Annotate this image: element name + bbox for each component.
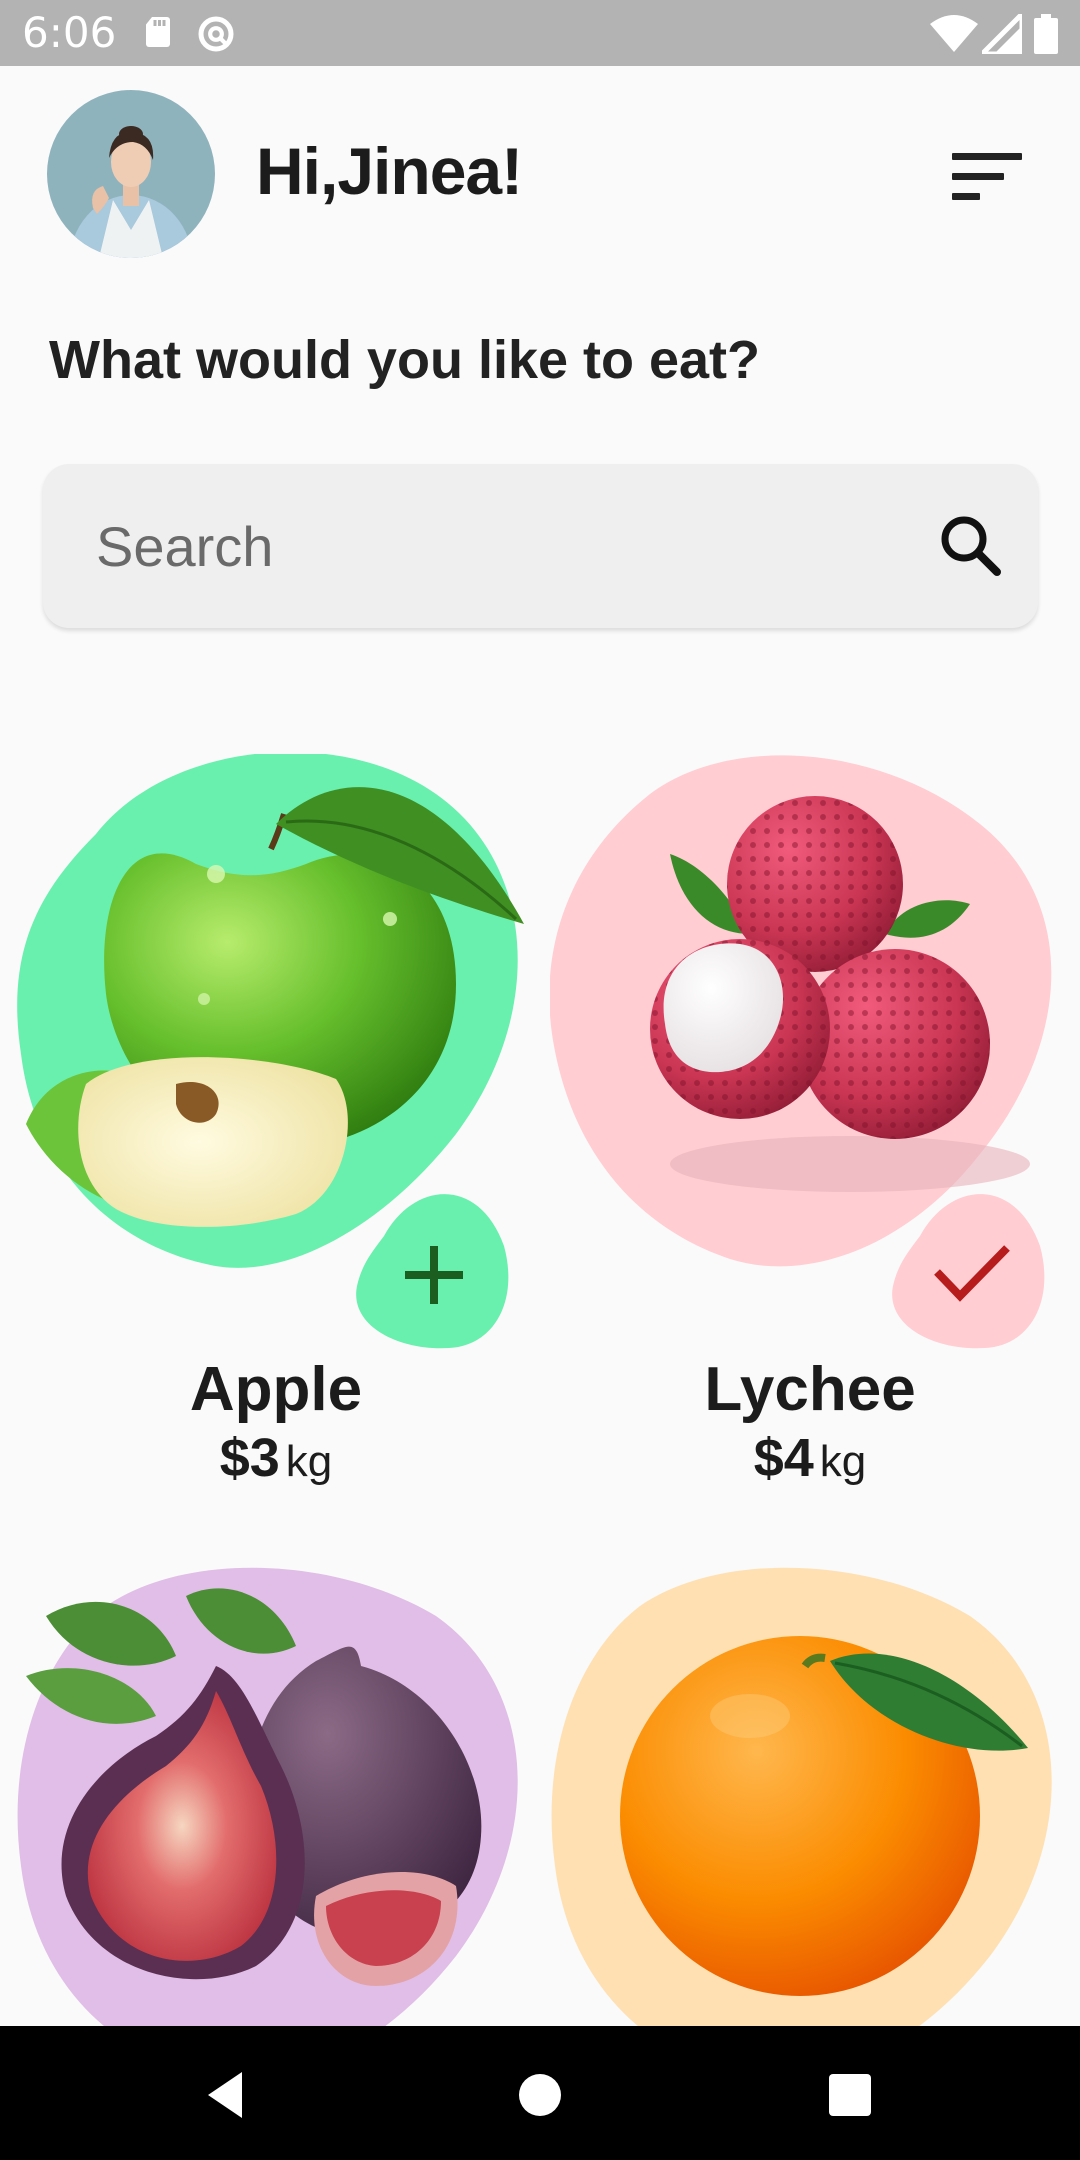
add-to-cart-button[interactable] bbox=[354, 1186, 514, 1352]
avatar[interactable] bbox=[47, 90, 215, 258]
product-card-lychee[interactable]: Lychee $4 kg bbox=[550, 754, 1070, 1494]
product-price: $4 kg bbox=[550, 1426, 1070, 1504]
battery-icon bbox=[1034, 14, 1058, 54]
home-icon[interactable] bbox=[505, 2060, 575, 2130]
at-sign-icon bbox=[198, 16, 234, 52]
price-amount: $4 bbox=[753, 1428, 814, 1488]
signal-icon bbox=[982, 14, 1022, 54]
fig-image bbox=[26, 1588, 482, 1986]
product-price: $3 kg bbox=[16, 1426, 536, 1504]
sd-card-icon bbox=[146, 17, 170, 47]
price-unit: kg bbox=[285, 1437, 333, 1486]
search-icon[interactable] bbox=[933, 508, 1009, 584]
wifi-icon bbox=[930, 15, 978, 52]
product-card-orange[interactable] bbox=[550, 1566, 1070, 2026]
status-time: 6:06 bbox=[22, 8, 117, 57]
price-unit: kg bbox=[819, 1437, 867, 1486]
recents-icon[interactable] bbox=[815, 2060, 885, 2130]
menu-button[interactable] bbox=[944, 145, 1030, 211]
orange-image bbox=[620, 1636, 1028, 1996]
back-icon[interactable] bbox=[190, 2060, 260, 2130]
navigation-bar bbox=[0, 2026, 1080, 2160]
product-card-apple[interactable]: Apple $3 kg bbox=[16, 754, 536, 1494]
search-bar[interactable] bbox=[43, 464, 1038, 628]
avatar-image bbox=[47, 90, 215, 258]
price-amount: $3 bbox=[219, 1428, 280, 1488]
search-input[interactable] bbox=[96, 506, 876, 586]
product-name: Lychee bbox=[704, 1355, 916, 1424]
greeting: Hi,Jinea! bbox=[256, 134, 523, 208]
prompt-heading: What would you like to eat? bbox=[49, 330, 761, 390]
added-checkmark-button[interactable] bbox=[890, 1186, 1050, 1352]
product-name: Apple bbox=[189, 1355, 363, 1424]
product-card-fig[interactable] bbox=[16, 1566, 536, 2026]
sort-menu-icon bbox=[952, 153, 1022, 200]
status-bar: 6:06 bbox=[0, 0, 1080, 66]
